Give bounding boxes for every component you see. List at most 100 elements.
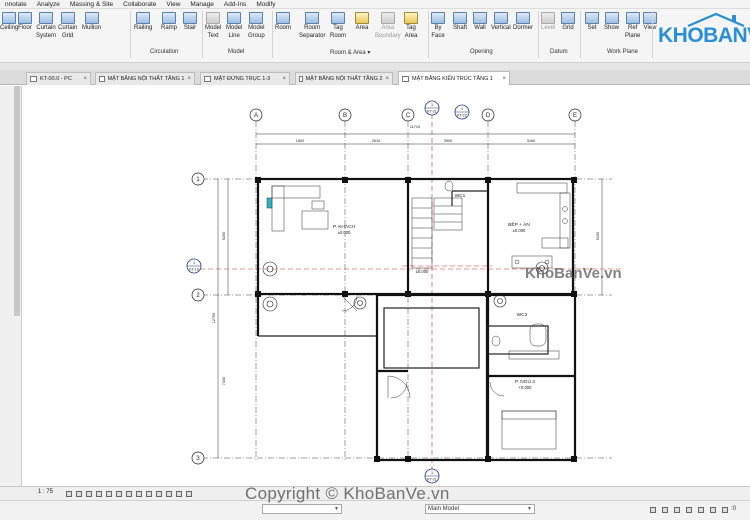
watermark-mid: KhoBanVe.vn xyxy=(525,265,622,282)
view-tab-label: KT-00.0 - PC xyxy=(40,76,72,82)
room-separator-button[interactable]: Room Separator xyxy=(299,12,325,40)
shaft-button[interactable]: Shaft xyxy=(453,12,467,32)
grid-icon xyxy=(561,12,575,24)
wall-button[interactable]: Wall xyxy=(473,12,487,32)
drawing-canvas[interactable]: A B C D E 1 2 3 1800 2610 3900 3160 11710 5200 12700 74… xyxy=(22,86,750,486)
view-tab[interactable]: MẶT ĐỨNG TRỤC 1-3 × xyxy=(200,72,290,85)
level-button[interactable]: Level xyxy=(541,12,555,32)
level-mark: ±0.000 xyxy=(416,269,429,274)
temporary-hide-icon[interactable] xyxy=(136,491,142,497)
view-tab[interactable]: KT-00.0 - PC × xyxy=(26,72,91,85)
dormer-button[interactable]: Dormer xyxy=(513,12,533,32)
worksharing-icon[interactable] xyxy=(156,491,162,497)
ref-plane-button[interactable]: Ref Plane xyxy=(625,12,640,40)
sun-path-icon[interactable] xyxy=(86,491,92,497)
view-type-icon xyxy=(30,76,37,82)
dimension-text: 3160 xyxy=(527,139,535,143)
menu-item[interactable]: Manage xyxy=(185,0,219,9)
tag-area-button[interactable]: Tag Area xyxy=(404,12,418,40)
menu-item[interactable]: Modify xyxy=(251,0,280,9)
close-icon[interactable]: × xyxy=(282,76,286,82)
ribbon-button-label: Curtain xyxy=(36,25,56,31)
dimension-text: 2610 xyxy=(372,139,380,143)
close-icon[interactable]: × xyxy=(385,76,389,82)
ribbon-button-label: Plane xyxy=(625,33,641,39)
detail-level-icon[interactable] xyxy=(66,491,72,497)
room-button[interactable]: Room xyxy=(275,12,291,32)
room-name: P. NGỦ 3 xyxy=(515,378,535,385)
crop-icon[interactable] xyxy=(116,491,122,497)
curtain-system-button[interactable]: Curtain System xyxy=(36,12,56,40)
dimension-text: 12700 xyxy=(212,313,216,324)
drag-on-select-icon[interactable] xyxy=(710,507,716,513)
select-links-icon[interactable] xyxy=(662,507,668,513)
ribbon-group-label: Work Plane xyxy=(607,49,638,55)
room-name: WC1 xyxy=(455,193,466,199)
dimension-text: 1800 xyxy=(296,139,304,143)
model-group-button[interactable]: Model Group xyxy=(248,12,265,40)
ribbon-button-label: Grid xyxy=(562,25,574,31)
model-text-button[interactable]: Model Text xyxy=(205,12,221,40)
select-pinned-icon[interactable] xyxy=(686,507,692,513)
render-icon[interactable] xyxy=(106,491,112,497)
analytical-icon[interactable] xyxy=(176,491,182,497)
menu-item[interactable]: Add-Ins xyxy=(219,0,251,9)
section-number: 1 xyxy=(431,103,433,107)
close-icon[interactable]: × xyxy=(502,76,506,82)
ribbon-button-label: Wall xyxy=(474,25,486,31)
model-dropdown[interactable]: Main Model ▼ xyxy=(425,504,535,514)
view-scale[interactable]: 1 : 75 xyxy=(38,489,53,495)
stair-button[interactable]: Stair xyxy=(183,12,197,32)
menu-item[interactable]: nnotate xyxy=(0,0,32,9)
left-scrollbar[interactable] xyxy=(14,86,20,316)
show-button[interactable]: Show xyxy=(604,12,619,32)
ribbon-button-label: Face xyxy=(431,33,445,39)
ribbon-group-label: Datum xyxy=(550,49,568,55)
workset-dropdown[interactable]: ▼ xyxy=(262,504,342,514)
floor-button[interactable]: Floor xyxy=(18,12,32,32)
menu-item[interactable]: Analyze xyxy=(32,0,65,9)
set-button[interactable]: Set xyxy=(585,12,599,32)
shadows-icon[interactable] xyxy=(96,491,102,497)
visual-style-icon[interactable] xyxy=(76,491,82,497)
ribbon-button-label: Railing xyxy=(134,25,153,31)
railing-button[interactable]: Railing xyxy=(134,12,152,32)
constraints-icon[interactable] xyxy=(166,491,172,497)
close-icon[interactable]: × xyxy=(83,76,87,82)
tag-room-button[interactable]: Tag Room xyxy=(330,12,346,40)
by-face-button[interactable]: By Face xyxy=(431,12,445,40)
view-button[interactable]: View xyxy=(643,12,657,32)
ribbon-separator xyxy=(428,11,429,58)
khobanve-logo: KHOBANVE xyxy=(656,12,750,52)
railing-icon xyxy=(136,12,151,24)
model-line-button[interactable]: Model Line xyxy=(226,12,242,40)
highlight-icon[interactable] xyxy=(186,491,192,497)
ceiling-button[interactable]: Ceiling xyxy=(0,12,18,32)
menu-item[interactable]: Collaborate xyxy=(118,0,161,9)
close-icon[interactable]: × xyxy=(187,76,191,82)
select-by-face-icon[interactable] xyxy=(698,507,704,513)
view-tab[interactable]: MẶT BẰNG KIẾN TRÚC TẦNG 1 × xyxy=(398,71,510,85)
area-boundary-button[interactable]: Area Boundary xyxy=(375,12,401,40)
mullion-button[interactable]: Mullion xyxy=(82,12,101,32)
curtain-grid-button[interactable]: Curtain Grid xyxy=(58,12,77,40)
select-underlay-icon[interactable] xyxy=(674,507,680,513)
ribbon-button-label: Floor xyxy=(18,25,32,31)
ribbon-button-label: Ref xyxy=(628,25,638,31)
menu-item[interactable]: View xyxy=(161,0,185,9)
model-line-icon xyxy=(227,12,242,24)
view-tab[interactable]: MẶT BẰNG NỘI THẤT TẦNG 1 × xyxy=(95,72,195,85)
grid-button[interactable]: Grid xyxy=(561,12,575,32)
view-tab[interactable]: MẶT BẰNG NỘI THẤT TẦNG 2 × xyxy=(295,72,393,85)
ribbon-button-label: Model xyxy=(248,25,265,31)
vertical-button[interactable]: Vertical xyxy=(491,12,511,32)
editable-only-icon[interactable] xyxy=(650,507,656,513)
filter-icon[interactable] xyxy=(722,507,728,513)
ribbon-group-label: Circulation xyxy=(150,49,179,55)
crop-region-icon[interactable] xyxy=(126,491,132,497)
ribbon-button-label: System xyxy=(36,33,57,39)
menu-item[interactable]: Massing & Site xyxy=(65,0,118,9)
ramp-button[interactable]: Ramp xyxy=(161,12,177,32)
reveal-hidden-icon[interactable] xyxy=(146,491,152,497)
area-button[interactable]: Area xyxy=(355,12,369,32)
